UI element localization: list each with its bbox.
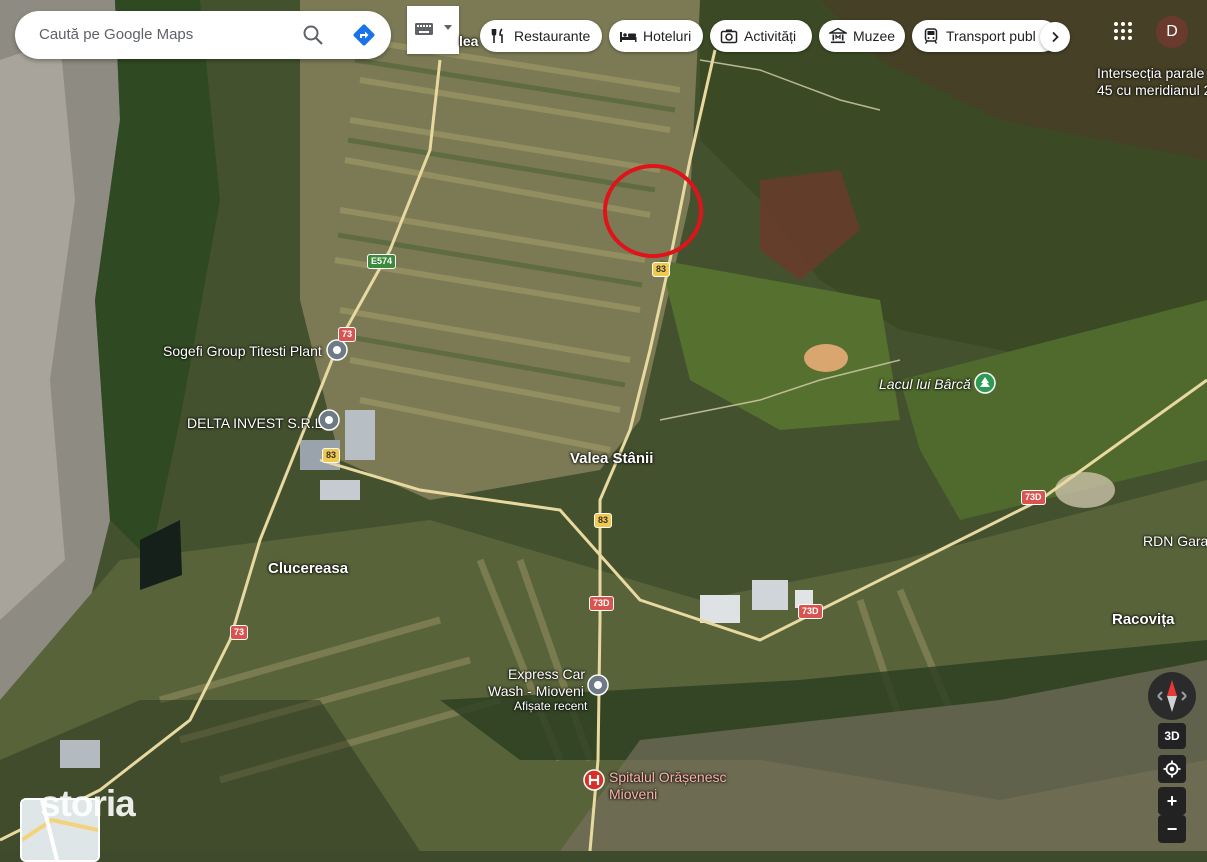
zoom-out-button[interactable]: − xyxy=(1158,815,1186,843)
hospital-pin-icon[interactable] xyxy=(583,769,605,791)
road-badge: E574 xyxy=(367,254,397,269)
account-avatar[interactable]: D xyxy=(1156,16,1188,48)
chips-next-button[interactable] xyxy=(1040,22,1070,52)
chip-label: Hoteluri xyxy=(643,28,692,44)
road-badge: 73D xyxy=(589,596,614,611)
place-label-lacul-lui-barca[interactable]: Lacul lui Bârcă xyxy=(879,376,971,392)
satellite-map[interactable] xyxy=(0,0,1207,851)
camera-icon xyxy=(720,29,738,44)
3d-label: 3D xyxy=(1164,729,1180,743)
chip-hoteluri[interactable]: Hoteluri xyxy=(609,20,703,52)
museum-icon xyxy=(829,27,847,44)
search-box[interactable]: Caută pe Google Maps xyxy=(15,11,391,59)
chevron-right-icon xyxy=(1052,31,1059,43)
place-label-express-car-line2[interactable]: Wash - Mioveni xyxy=(488,683,584,699)
chip-label: Activități xyxy=(744,28,797,44)
3d-toggle-button[interactable]: 3D xyxy=(1158,723,1186,749)
input-tools-button[interactable] xyxy=(407,6,459,54)
intersection-label-line1[interactable]: Intersecția parale xyxy=(1097,65,1204,81)
my-location-button[interactable] xyxy=(1158,755,1186,783)
chevron-down-icon[interactable] xyxy=(444,25,452,30)
road-badge: 73D xyxy=(798,604,823,619)
locality-label-valea-stanii[interactable]: Valea Stânii xyxy=(570,450,653,467)
place-label-rdn-garage[interactable]: RDN Garag xyxy=(1143,533,1207,549)
place-label-delta-invest[interactable]: DELTA INVEST S.R.L xyxy=(187,415,322,431)
road-badge: 73 xyxy=(230,625,249,640)
recently-viewed-label: Afișate recent xyxy=(514,699,588,713)
search-input[interactable]: Caută pe Google Maps xyxy=(39,26,193,43)
bed-icon xyxy=(620,32,637,42)
compass-icon xyxy=(1157,680,1187,712)
place-label-express-car-line1[interactable]: Express Car xyxy=(508,666,585,682)
search-icon[interactable] xyxy=(301,23,325,47)
compass-button[interactable] xyxy=(1148,672,1196,720)
locality-label-racovita[interactable]: Racovița xyxy=(1112,611,1175,628)
zoom-in-button[interactable]: + xyxy=(1158,787,1186,815)
chip-muzee[interactable]: Muzee xyxy=(819,20,905,52)
avatar-initial: D xyxy=(1166,23,1178,40)
road-badge: 73D xyxy=(1021,490,1046,505)
park-pin-icon[interactable] xyxy=(974,372,996,394)
fork-knife-icon xyxy=(491,28,503,43)
partial-place-label: lea xyxy=(459,33,479,49)
chip-restaurante[interactable]: Restaurante xyxy=(480,20,602,52)
road-badge: 83 xyxy=(594,513,613,528)
chip-label: Transport publ xyxy=(946,28,1036,44)
road-badge: 83 xyxy=(322,448,341,463)
chip-transport-public[interactable]: Transport publ xyxy=(912,20,1058,52)
intersection-label-line2[interactable]: 45 cu meridianul 2 xyxy=(1097,82,1207,98)
place-pin-icon[interactable] xyxy=(587,674,609,696)
chip-activitati[interactable]: Activități xyxy=(710,20,812,52)
zoom-out-label: − xyxy=(1166,818,1178,839)
place-pin-icon[interactable] xyxy=(326,339,348,361)
place-label-spital-line1[interactable]: Spitalul Orășenesc xyxy=(609,769,727,785)
place-pin-icon[interactable] xyxy=(318,409,340,431)
my-location-icon xyxy=(1163,760,1181,778)
chip-label: Muzee xyxy=(853,28,896,44)
chip-label: Restaurante xyxy=(514,28,591,44)
place-label-sogefi[interactable]: Sogefi Group Titesti Plant xyxy=(163,343,322,359)
road-badge: 73 xyxy=(338,327,357,342)
directions-icon[interactable] xyxy=(351,22,377,48)
train-icon xyxy=(924,28,938,44)
locality-label-clucereasa[interactable]: Clucereasa xyxy=(268,560,348,577)
keyboard-icon xyxy=(415,23,433,35)
google-apps-icon[interactable] xyxy=(1113,21,1133,41)
road-badge: 83 xyxy=(652,262,671,277)
storia-watermark: storia xyxy=(40,783,136,824)
place-label-spital-line2[interactable]: Mioveni xyxy=(609,786,657,802)
zoom-in-label: + xyxy=(1166,790,1178,811)
